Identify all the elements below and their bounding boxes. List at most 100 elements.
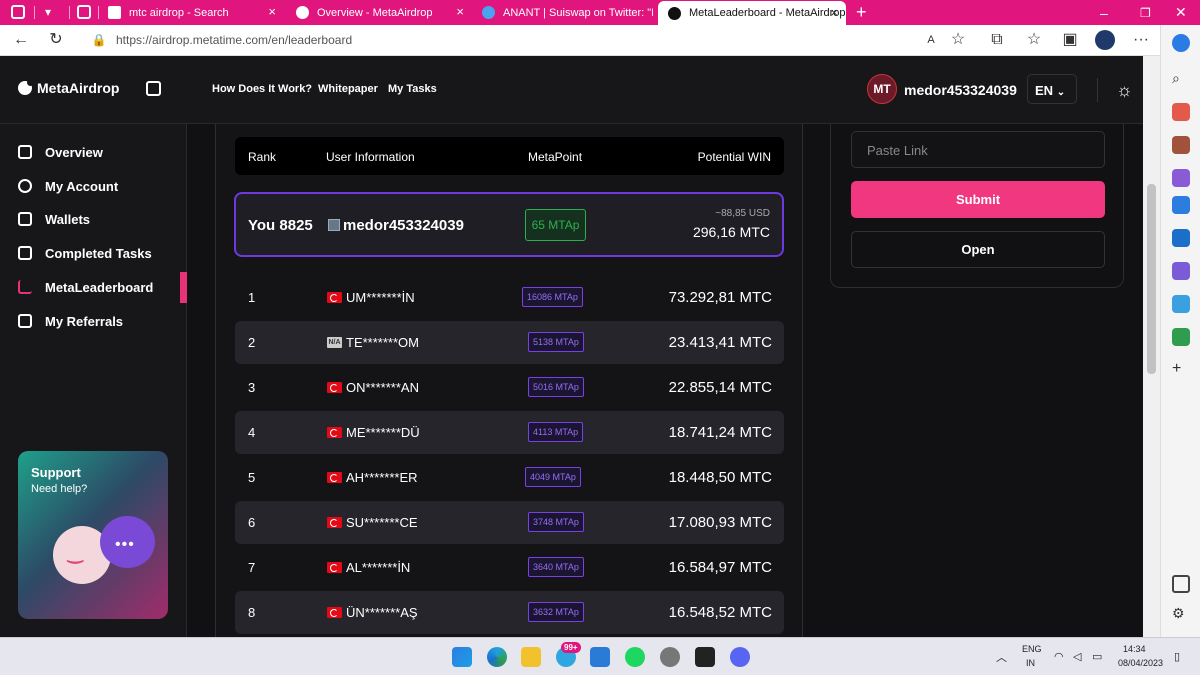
row-rank: 4	[248, 425, 256, 440]
games-icon[interactable]	[1172, 169, 1190, 187]
sidebar-layout-icon[interactable]	[1172, 575, 1190, 593]
settings-icon[interactable]: ⚙	[1172, 605, 1190, 623]
battery-icon[interactable]: ▭	[1092, 650, 1102, 663]
close-icon[interactable]: ×	[268, 5, 276, 18]
file-explorer-icon[interactable]	[521, 647, 541, 667]
new-tab-button[interactable]: +	[846, 0, 870, 25]
user-rank: You 8825	[248, 217, 313, 234]
header-divider	[1097, 78, 1098, 102]
twitter-icon[interactable]: ▾	[45, 5, 59, 19]
bing-chat-icon[interactable]	[1172, 34, 1190, 52]
metaairdrop-icon	[296, 6, 309, 19]
spotify-icon[interactable]	[625, 647, 645, 667]
outlook-icon[interactable]	[1172, 229, 1190, 247]
sidebar-item-completed-tasks[interactable]: Completed Tasks	[18, 243, 152, 263]
lock-icon[interactable]: 🔒	[89, 30, 109, 50]
pinned-tab-icon[interactable]	[77, 5, 91, 19]
page-scrollbar[interactable]	[1143, 56, 1160, 637]
url-field[interactable]: https://airdrop.metatime.com/en/leaderbo…	[116, 33, 352, 47]
row-win: 16.548,52 MTC	[668, 604, 772, 621]
tab-search[interactable]: mtc airdrop - Search ×	[98, 0, 284, 25]
settings-icon[interactable]	[660, 647, 680, 667]
avatar[interactable]: MT	[867, 74, 897, 104]
favorites-add-icon[interactable]: ☆	[948, 30, 968, 50]
row-points: 3748 MTAp	[528, 512, 584, 532]
scrollbar-thumb[interactable]	[1147, 184, 1156, 374]
row-user: ÜN*******AŞ	[346, 605, 418, 620]
app-icon[interactable]	[695, 647, 715, 667]
sidebar-item-my-referrals[interactable]: My Referrals	[18, 311, 123, 331]
language-select[interactable]: EN ⌄	[1027, 74, 1077, 104]
checklist-icon	[18, 246, 32, 260]
clock-time[interactable]: 14:34	[1123, 644, 1146, 654]
theme-toggle-icon[interactable]: ☼	[1116, 80, 1133, 101]
row-points: 5138 MTAp	[528, 332, 584, 352]
nav-how-it-works[interactable]: How Does It Work?	[212, 83, 312, 95]
microsoft-365-icon[interactable]	[1172, 196, 1190, 214]
tab-twitter[interactable]: ANANT | Suiswap on Twitter: "Me	[472, 0, 658, 25]
edge-sidebar: ⌕ + ⚙	[1160, 25, 1200, 637]
tools-icon[interactable]	[1172, 136, 1190, 154]
window-close-icon[interactable]: ✕	[1165, 0, 1187, 25]
close-icon[interactable]: ×	[830, 6, 838, 19]
add-icon[interactable]: +	[1172, 361, 1190, 379]
shopping-icon[interactable]	[1172, 103, 1190, 121]
edge-icon[interactable]	[487, 647, 507, 667]
wifi-icon[interactable]: ◠	[1054, 650, 1064, 663]
username[interactable]: medor453324039	[904, 82, 1017, 98]
more-icon[interactable]: ···	[1131, 30, 1151, 50]
row-win: 23.413,41 MTC	[668, 334, 772, 351]
profile-icon[interactable]	[1095, 30, 1115, 50]
windows-start-icon[interactable]	[452, 647, 472, 667]
sidebar-item-metaleaderboard[interactable]: MetaLeaderboard	[18, 277, 153, 297]
favorites-icon[interactable]: ☆	[1024, 30, 1044, 50]
taskbar: 99+ ︿ ENG IN ◠ ◁ ▭ 14:34 08/04/2023 ▯	[0, 637, 1200, 675]
sidebar-item-label: MetaLeaderboard	[45, 279, 154, 295]
chevron-up-icon[interactable]: ︿	[996, 649, 1007, 665]
submit-button[interactable]: Submit	[851, 181, 1105, 218]
sidebar-item-my-account[interactable]: My Account	[18, 176, 118, 196]
close-icon[interactable]: ×	[456, 5, 464, 18]
tab-overview[interactable]: Overview - MetaAirdrop ×	[286, 0, 472, 25]
volume-icon[interactable]: ◁	[1073, 650, 1081, 663]
logo-icon	[18, 79, 34, 95]
clock-date[interactable]: 08/04/2023	[1118, 658, 1163, 668]
nav-whitepaper[interactable]: Whitepaper	[318, 83, 378, 95]
row-user: ME*******DÜ	[346, 425, 420, 440]
lang-indicator-1[interactable]: ENG	[1022, 644, 1042, 654]
minimize-icon[interactable]: –	[1090, 0, 1108, 25]
main-content: Rank User Information MetaPoint Potentia…	[188, 124, 1143, 644]
tree-icon[interactable]	[1172, 328, 1190, 346]
row-rank: 6	[248, 515, 256, 530]
discord-icon[interactable]	[730, 647, 750, 667]
search-icon[interactable]: ⌕	[1172, 70, 1190, 88]
designer-icon[interactable]	[1172, 262, 1190, 280]
restore-icon[interactable]: ❐	[1130, 0, 1151, 25]
open-button[interactable]: Open	[851, 231, 1105, 268]
user-points: 65 MTAp	[525, 209, 586, 241]
row-user: TE*******OM	[346, 335, 419, 350]
support-card[interactable]: Support Need help? ••• ‿	[18, 451, 168, 619]
sidebar-item-overview[interactable]: Overview	[18, 142, 103, 162]
logo[interactable]: MetaAirdrop	[18, 79, 119, 96]
nav-my-tasks[interactable]: My Tasks	[388, 83, 437, 95]
drop-icon[interactable]	[1172, 295, 1190, 313]
back-icon[interactable]: ←	[11, 30, 31, 50]
vscode-icon[interactable]	[590, 647, 610, 667]
extensions-icon[interactable]: ⧉	[987, 30, 1007, 50]
user-win: 296,16 MTC	[692, 224, 770, 240]
paste-link-input[interactable]: Paste Link	[851, 131, 1105, 168]
sidebar-item-wallets[interactable]: Wallets	[18, 209, 90, 229]
tab-actions-icon[interactable]	[11, 5, 25, 19]
table-row: 8 ÜN*******AŞ 3632 MTAp 16.548,52 MTC	[235, 591, 784, 634]
apps-grid-icon[interactable]	[146, 81, 161, 96]
table-row: 2 N/A TE*******OM 5138 MTAp 23.413,41 MTC	[235, 321, 784, 364]
tab-leaderboard[interactable]: MetaLeaderboard - MetaAirdrop ×	[658, 1, 846, 25]
collections-icon[interactable]: ▣	[1060, 30, 1080, 50]
refresh-icon[interactable]: ↻	[46, 30, 66, 50]
lang-indicator-2[interactable]: IN	[1026, 658, 1035, 668]
notification-icon[interactable]: ▯	[1174, 650, 1180, 663]
active-indicator	[180, 272, 187, 303]
read-aloud-icon[interactable]: A	[921, 30, 941, 50]
twitter-icon	[482, 6, 495, 19]
